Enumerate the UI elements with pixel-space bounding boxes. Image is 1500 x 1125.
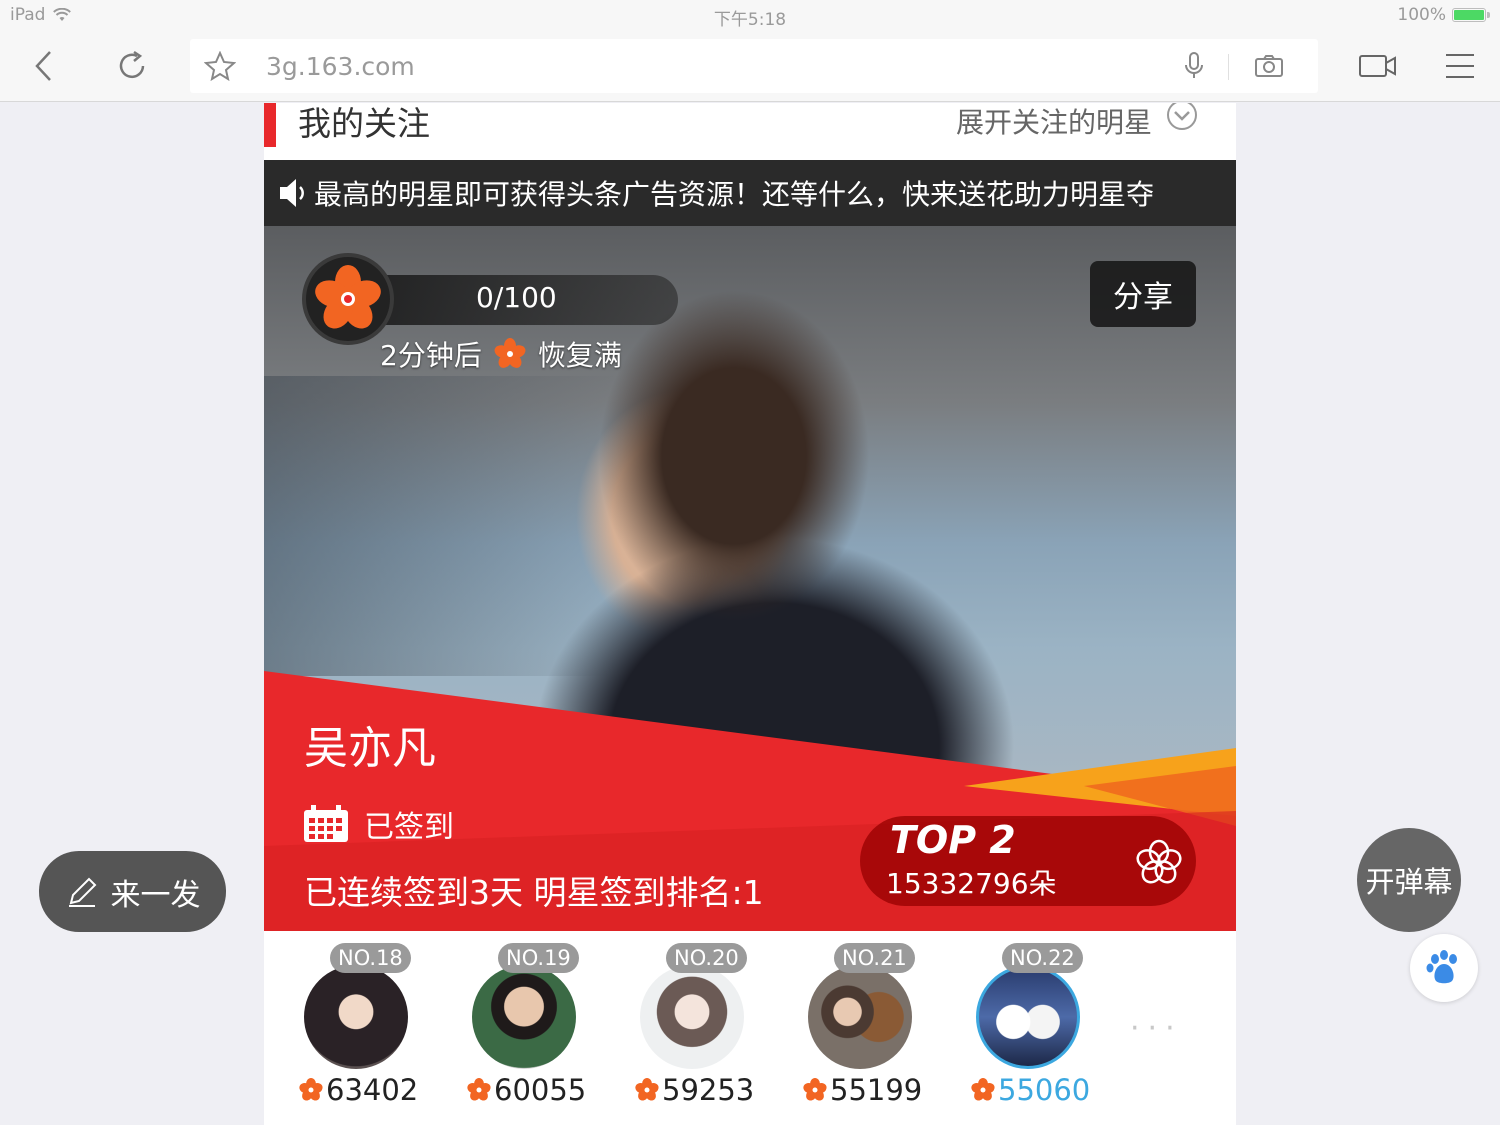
rank-score: 60055 xyxy=(466,1073,586,1107)
avatar[interactable] xyxy=(304,965,408,1069)
small-flower-icon xyxy=(467,1078,491,1101)
battery-percent: 100% xyxy=(1397,5,1446,25)
avatar[interactable] xyxy=(640,965,744,1069)
reload-icon xyxy=(119,50,145,79)
rank-score-value: 59253 xyxy=(662,1073,755,1107)
status-bar: iPad 下午5:18 100% xyxy=(0,0,1500,30)
flower-icon xyxy=(302,253,394,345)
small-flower-icon xyxy=(635,1078,659,1101)
back-icon xyxy=(35,51,51,81)
recover-prefix: 2分钟后 xyxy=(380,339,482,372)
recover-suffix: 恢复满 xyxy=(537,339,622,372)
status-time: 下午5:18 xyxy=(713,10,787,30)
url-separator xyxy=(1228,54,1229,80)
star-hero-card[interactable]: 0/100 2分钟后 恢复满 分享 吴亦凡 已签到 已连续签到3天 明星签到排名… xyxy=(264,226,1236,931)
rank-score: 55060 xyxy=(970,1073,1090,1107)
battery-icon xyxy=(1452,8,1490,22)
address-bar[interactable]: 3g.163.com xyxy=(190,39,1318,93)
rank-score-value: 60055 xyxy=(494,1073,587,1107)
avatar[interactable] xyxy=(808,965,912,1069)
speaker-icon xyxy=(280,179,304,207)
star-rankings-row: NO.18 63402 NO.19 60055 NO.20 59253 NO.2… xyxy=(264,931,1236,1125)
expand-followed-stars-link[interactable]: 展开关注的明星 xyxy=(956,103,1152,141)
camera-icon[interactable] xyxy=(1254,54,1284,78)
section-title: 我的关注 xyxy=(298,104,430,143)
rank-score: 59253 xyxy=(634,1073,754,1107)
pencil-icon xyxy=(68,877,96,907)
rank-score-value: 55060 xyxy=(998,1073,1091,1107)
small-flower-icon xyxy=(971,1078,995,1101)
video-button[interactable] xyxy=(1356,44,1400,88)
small-flower-icon xyxy=(494,338,526,368)
rank-item[interactable]: NO.20 59253 xyxy=(624,943,754,1113)
my-follow-header: 我的关注 展开关注的明星 xyxy=(264,103,1236,161)
page-content: 我的关注 展开关注的明星 最高的明星即可获得头条广告资源！还等什么，快来送花助力… xyxy=(264,103,1236,1125)
rank-number-badge: NO.21 xyxy=(834,943,915,973)
flower-count: 0/100 xyxy=(476,281,557,314)
rank-score-value: 55199 xyxy=(830,1073,923,1107)
section-accent-bar xyxy=(264,103,276,147)
flower-recover-notice: 2分钟后 恢复满 xyxy=(380,334,622,374)
rank-item[interactable]: NO.18 63402 xyxy=(288,943,418,1113)
rank-label: TOP 2 xyxy=(890,818,1016,862)
back-button[interactable] xyxy=(22,44,66,88)
rank-item[interactable]: NO.22 55060 xyxy=(960,943,1090,1113)
post-label: 来一发 xyxy=(110,877,201,913)
rank-number-badge: NO.18 xyxy=(330,943,411,973)
total-flowers: 15332796朵 xyxy=(886,867,1057,900)
menu-icon xyxy=(1446,54,1474,78)
star-name: 吴亦凡 xyxy=(304,723,436,774)
rank-score: 63402 xyxy=(298,1073,418,1107)
baidu-paw-button[interactable] xyxy=(1410,934,1478,1002)
flower-counter[interactable]: 0/100 xyxy=(302,253,678,345)
rank-number-badge: NO.20 xyxy=(666,943,747,973)
share-button[interactable]: 分享 xyxy=(1090,261,1196,327)
rank-number-badge: NO.22 xyxy=(1002,943,1083,973)
calendar-icon xyxy=(304,805,348,842)
menu-button[interactable] xyxy=(1438,44,1482,88)
video-icon xyxy=(1359,55,1396,77)
announcement-text: 最高的明星即可获得头条广告资源！还等什么，快来送花助力明星夺 xyxy=(314,178,1155,211)
checkin-status: 已签到 xyxy=(302,802,454,846)
more-rankings-icon[interactable]: ··· xyxy=(1130,1011,1183,1046)
url-text[interactable]: 3g.163.com xyxy=(266,52,415,81)
star-rank-badge[interactable]: TOP 2 15332796朵 xyxy=(860,816,1196,906)
send-flower-icon[interactable] xyxy=(1134,838,1184,888)
microphone-icon[interactable] xyxy=(1184,51,1204,81)
chevron-down-icon[interactable] xyxy=(1166,103,1198,131)
reload-button[interactable] xyxy=(110,44,154,88)
bookmark-star-icon[interactable] xyxy=(204,51,236,81)
rank-item[interactable]: NO.19 60055 xyxy=(456,943,586,1113)
announcement-marquee: 最高的明星即可获得头条广告资源！还等什么，快来送花助力明星夺 xyxy=(264,160,1236,226)
avatar[interactable] xyxy=(472,965,576,1069)
browser-toolbar: 3g.163.com xyxy=(0,30,1500,102)
danmaku-toggle-button[interactable]: 开弹幕 xyxy=(1357,828,1461,932)
small-flower-icon xyxy=(299,1078,323,1101)
rank-score-value: 63402 xyxy=(326,1073,419,1107)
baidu-paw-icon xyxy=(1426,950,1457,984)
checkin-label: 已签到 xyxy=(364,810,454,845)
post-comment-button[interactable]: 来一发 xyxy=(39,851,226,932)
rank-number-badge: NO.19 xyxy=(498,943,579,973)
rank-score: 55199 xyxy=(802,1073,922,1107)
checkin-streak-text: 已连续签到3天 明星签到排名:1 xyxy=(304,873,764,912)
small-flower-icon xyxy=(803,1078,827,1101)
rank-item[interactable]: NO.21 55199 xyxy=(792,943,922,1113)
avatar[interactable] xyxy=(976,965,1080,1069)
